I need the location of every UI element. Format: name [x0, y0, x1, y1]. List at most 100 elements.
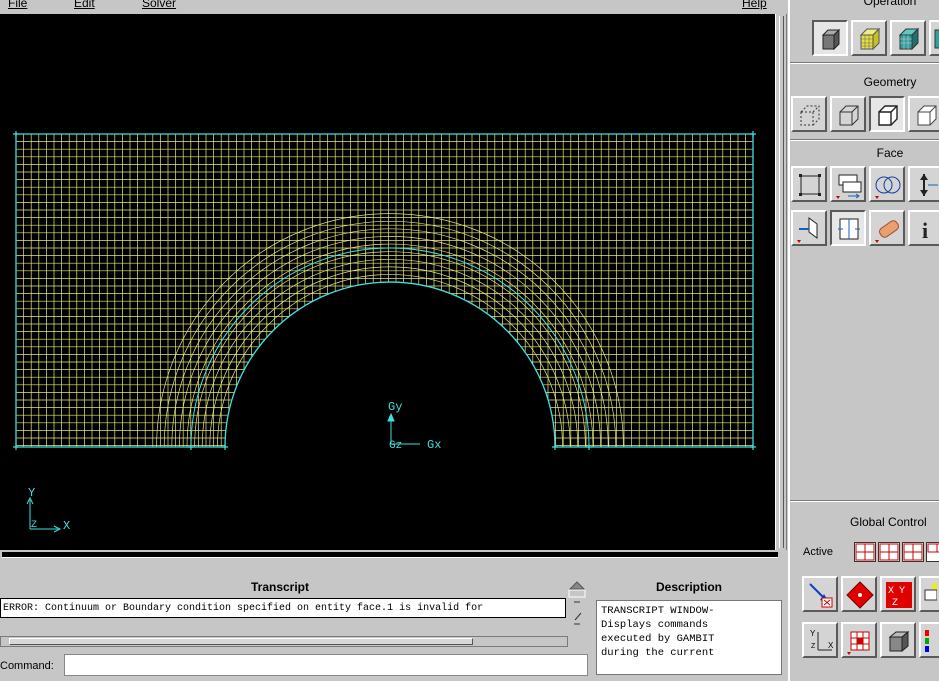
modify-lights-button[interactable] — [841, 622, 877, 658]
menu-file[interactable]: File — [8, 0, 27, 10]
face-cube-icon — [878, 105, 898, 126]
mesh-operation-button[interactable] — [851, 20, 887, 56]
move-face-icon — [836, 174, 862, 199]
cube-icon — [821, 28, 841, 51]
triad-x-label: X — [63, 519, 70, 533]
viewport-vertical-scrollbar[interactable] — [775, 14, 787, 550]
render-model-button[interactable] — [919, 576, 939, 612]
svg-text:i: i — [922, 218, 928, 243]
summarize-face-button[interactable]: i — [908, 210, 939, 246]
bandage-icon — [875, 220, 899, 243]
edge-button[interactable] — [830, 96, 866, 132]
scroll-thumb[interactable] — [779, 16, 784, 548]
separator — [790, 62, 939, 64]
orient-model-button[interactable]: XYZ — [880, 576, 916, 612]
scroll-arrows-icon — [568, 581, 586, 625]
vertex-marker — [13, 444, 19, 450]
active-view-3-icon[interactable] — [902, 542, 924, 562]
operation-title: Operation — [863, 0, 917, 8]
tools-operation-button[interactable] — [929, 20, 939, 56]
info-icon: i — [922, 218, 928, 243]
color-mode-button[interactable] — [919, 622, 939, 658]
color-bars-icon — [925, 630, 929, 652]
scroll-track — [2, 552, 778, 558]
command-label: Command: — [0, 660, 54, 672]
global-control-title: Global Control — [850, 515, 927, 529]
triad-y-label: Y — [28, 486, 35, 500]
orient-axes-button[interactable]: YZ X — [802, 622, 838, 658]
mesh-display: Gy Gz Gx Y Z X — [13, 131, 756, 533]
zones-operation-button[interactable] — [890, 20, 926, 56]
command-input[interactable] — [64, 654, 588, 676]
axis-gy-label: Gy — [388, 400, 402, 414]
vertex-button[interactable] — [791, 96, 827, 132]
svg-text:Z: Z — [892, 598, 898, 609]
create-face-button[interactable] — [791, 166, 827, 202]
move-copy-face-button[interactable] — [830, 166, 866, 202]
vertex-marker — [750, 444, 756, 450]
vertex-marker — [586, 444, 592, 450]
volume-cube-icon — [917, 105, 937, 126]
face-button[interactable] — [869, 96, 905, 132]
fit-to-window-button[interactable] — [802, 576, 838, 612]
fit-window-icon — [809, 583, 833, 608]
vertex-cube-icon — [800, 105, 820, 126]
face-title: Face — [876, 146, 904, 160]
boolean-face-button[interactable] — [869, 166, 905, 202]
display-attributes-button[interactable] — [880, 622, 916, 658]
svg-text:X: X — [888, 586, 894, 597]
geometry-operation-button[interactable] — [812, 20, 848, 56]
transcript-vertical-scrollbar[interactable] — [566, 580, 588, 632]
xyz-orient-icon: X YZ — [886, 582, 912, 609]
menu-solver[interactable]: Solver — [142, 0, 176, 10]
viewport-horizontal-scrollbar[interactable] — [0, 550, 787, 568]
mesh-face-icon — [838, 218, 860, 240]
mesh-cube-icon — [859, 27, 881, 51]
axis-gz-label: Gz — [389, 440, 402, 452]
svg-text:X: X — [828, 641, 834, 650]
active-view-1-icon[interactable] — [854, 542, 876, 562]
edge-cube-icon — [839, 105, 859, 126]
volume-button[interactable] — [908, 96, 939, 132]
connect-icon — [797, 217, 818, 243]
menubar: File Edit Solver Help — [0, 0, 787, 14]
split-icon — [920, 174, 938, 196]
description-text: TRANSCRIPT WINDOW- Displays commands exe… — [596, 600, 782, 675]
split-face-button[interactable] — [908, 166, 939, 202]
shaded-cube-icon — [888, 630, 910, 653]
svg-text:Y: Y — [899, 586, 905, 597]
graphics-viewport[interactable]: Gy Gz Gx Y Z X — [0, 14, 775, 550]
transcript-title: Transcript — [250, 580, 310, 594]
vertex-marker — [13, 131, 19, 137]
active-label: Active — [803, 546, 833, 558]
triad-z-label: Z — [31, 520, 37, 531]
grid-icon — [847, 631, 870, 655]
tools-icon — [934, 29, 939, 49]
hole-region — [226, 283, 554, 447]
rectangle-face-icon — [799, 174, 821, 196]
svg-text:Y: Y — [810, 629, 816, 638]
pivot-icon — [846, 581, 874, 609]
transcript-horizontal-scrollbar[interactable] — [0, 636, 568, 647]
render-icon — [924, 583, 937, 601]
active-view-4-icon[interactable] — [926, 542, 939, 562]
svg-text:Z: Z — [811, 643, 816, 650]
menu-edit[interactable]: Edit — [74, 0, 95, 10]
separator — [790, 139, 939, 141]
scroll-thumb[interactable] — [9, 638, 473, 645]
transcript-text[interactable]: ERROR: Continuum or Boundary condition s… — [0, 598, 566, 618]
tool-panel: Operation Geometry Face i Global Control… — [788, 0, 939, 681]
modify-face-button[interactable] — [869, 210, 905, 246]
connect-face-button[interactable] — [791, 210, 827, 246]
select-pivot-button[interactable] — [841, 576, 877, 612]
mesh-face-button[interactable] — [830, 210, 866, 246]
mesh-lines — [15, 133, 753, 448]
active-view-2-icon[interactable] — [878, 542, 900, 562]
menu-help[interactable]: Help — [742, 0, 767, 10]
vertex-marker — [750, 131, 756, 137]
vertex-marker — [188, 444, 194, 450]
axes-icon: YZ X — [810, 629, 834, 651]
zones-cube-icon — [898, 27, 920, 51]
geometry-title: Geometry — [863, 75, 917, 89]
separator — [790, 500, 939, 502]
